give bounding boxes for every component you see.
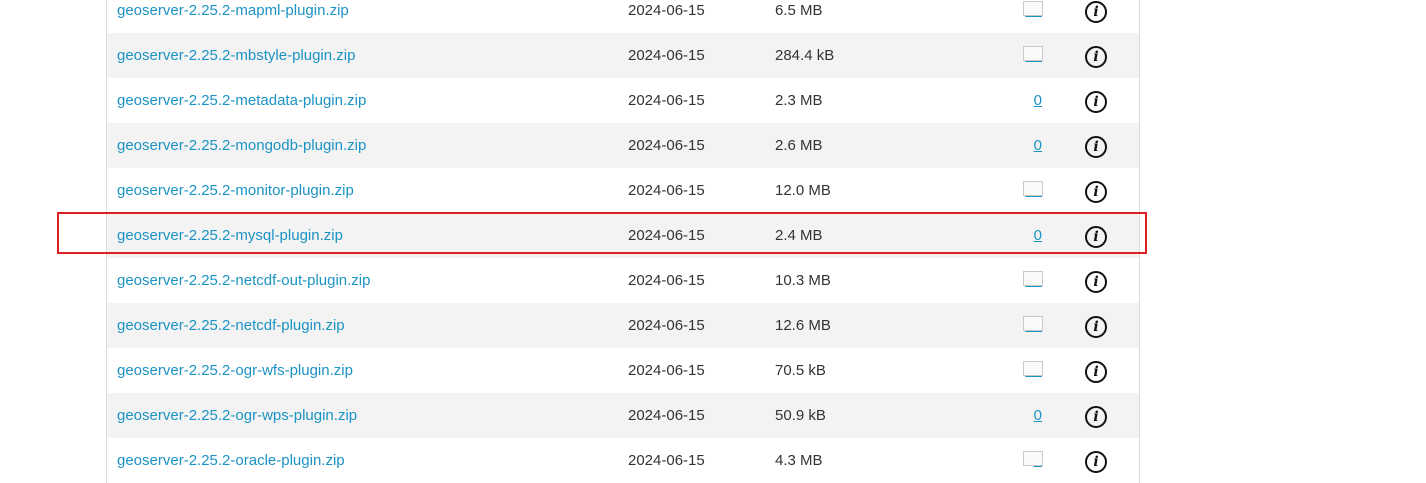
file-size: 284.4 kB <box>775 47 835 64</box>
file-name-link[interactable]: geoserver-2.25.2-mapml-plugin.zip <box>117 1 349 20</box>
file-date: 2024-06-15 <box>628 182 705 199</box>
info-icon[interactable]: i <box>1085 451 1107 473</box>
download-count-link[interactable]: 0 <box>1034 406 1042 425</box>
download-chart-icon[interactable] <box>1023 316 1043 331</box>
file-date: 2024-06-15 <box>628 272 705 289</box>
file-name-link[interactable]: geoserver-2.25.2-ogr-wps-plugin.zip <box>117 406 357 425</box>
info-glyph: i <box>1093 94 1099 110</box>
file-row: geoserver-2.25.2-netcdf-plugin.zip 2024-0… <box>107 303 1139 348</box>
file-size: 2.6 MB <box>775 137 823 154</box>
file-name-link[interactable]: geoserver-2.25.2-monitor-plugin.zip <box>117 181 354 200</box>
info-glyph: i <box>1093 49 1099 65</box>
download-chart-icon[interactable] <box>1023 271 1043 286</box>
file-size: 2.3 MB <box>775 92 823 109</box>
download-chart-icon[interactable] <box>1023 451 1043 466</box>
file-row: geoserver-2.25.2-mapml-plugin.zip 2024-06… <box>107 0 1139 33</box>
download-count-link[interactable]: 0 <box>1034 136 1042 155</box>
info-icon[interactable]: i <box>1085 91 1107 113</box>
info-icon[interactable]: i <box>1085 46 1107 68</box>
file-size: 4.3 MB <box>775 452 823 469</box>
download-count-link[interactable]: 0 <box>1034 91 1042 110</box>
file-date: 2024-06-15 <box>628 407 705 424</box>
file-row: geoserver-2.25.2-monitor-plugin.zip 2024-… <box>107 168 1139 213</box>
file-name-link[interactable]: geoserver-2.25.2-ogr-wfs-plugin.zip <box>117 361 353 380</box>
file-name-link[interactable]: geoserver-2.25.2-netcdf-plugin.zip <box>117 316 345 335</box>
file-size: 70.5 kB <box>775 362 826 379</box>
file-row: geoserver-2.25.2-mongodb-plugin.zip 2024-… <box>107 123 1139 168</box>
info-glyph: i <box>1093 229 1099 245</box>
file-size: 2.4 MB <box>775 227 823 244</box>
file-name-link[interactable]: geoserver-2.25.2-mbstyle-plugin.zip <box>117 46 355 65</box>
info-icon[interactable]: i <box>1085 271 1107 293</box>
file-row: geoserver-2.25.2-mbstyle-plugin.zip 2024-… <box>107 33 1139 78</box>
file-size: 12.0 MB <box>775 182 831 199</box>
info-glyph: i <box>1093 274 1099 290</box>
info-glyph: i <box>1093 454 1099 470</box>
info-icon[interactable]: i <box>1085 136 1107 158</box>
file-row: geoserver-2.25.2-oracle-plugin.zip 2024-0… <box>107 438 1139 483</box>
file-name-link[interactable]: geoserver-2.25.2-oracle-plugin.zip <box>117 451 345 470</box>
file-date: 2024-06-15 <box>628 317 705 334</box>
file-name-link[interactable]: geoserver-2.25.2-metadata-plugin.zip <box>117 91 366 110</box>
download-chart-icon[interactable] <box>1023 181 1043 196</box>
file-date: 2024-06-15 <box>628 227 705 244</box>
file-date: 2024-06-15 <box>628 362 705 379</box>
info-icon[interactable]: i <box>1085 316 1107 338</box>
file-date: 2024-06-15 <box>628 47 705 64</box>
file-row: geoserver-2.25.2-ogr-wfs-plugin.zip 2024-… <box>107 348 1139 393</box>
info-glyph: i <box>1093 409 1099 425</box>
file-size: 10.3 MB <box>775 272 831 289</box>
download-chart-icon[interactable] <box>1023 1 1043 16</box>
info-icon[interactable]: i <box>1085 1 1107 23</box>
file-name-link[interactable]: geoserver-2.25.2-mysql-plugin.zip <box>117 226 343 245</box>
file-date: 2024-06-15 <box>628 137 705 154</box>
info-icon[interactable]: i <box>1085 406 1107 428</box>
files-table: geoserver-2.25.2-mapml-plugin.zip 2024-06… <box>106 0 1140 483</box>
info-glyph: i <box>1093 139 1099 155</box>
file-row: geoserver-2.25.2-ogr-wps-plugin.zip 2024-… <box>107 393 1139 438</box>
file-name-link[interactable]: geoserver-2.25.2-mongodb-plugin.zip <box>117 136 366 155</box>
info-glyph: i <box>1093 364 1099 380</box>
file-row-highlighted: geoserver-2.25.2-mysql-plugin.zip 2024-06… <box>107 213 1139 258</box>
info-icon[interactable]: i <box>1085 181 1107 203</box>
download-chart-icon[interactable] <box>1023 361 1043 376</box>
file-date: 2024-06-15 <box>628 92 705 109</box>
file-row: geoserver-2.25.2-metadata-plugin.zip 2024… <box>107 78 1139 123</box>
file-name-link[interactable]: geoserver-2.25.2-netcdf-out-plugin.zip <box>117 271 370 290</box>
info-glyph: i <box>1093 184 1099 200</box>
download-chart-icon[interactable] <box>1023 46 1043 61</box>
info-glyph: i <box>1093 4 1099 20</box>
file-date: 2024-06-15 <box>628 452 705 469</box>
file-date: 2024-06-15 <box>628 2 705 19</box>
file-row: geoserver-2.25.2-netcdf-out-plugin.zip 20… <box>107 258 1139 303</box>
info-glyph: i <box>1093 319 1099 335</box>
file-size: 6.5 MB <box>775 2 823 19</box>
download-count-link[interactable]: 0 <box>1034 226 1042 245</box>
info-icon[interactable]: i <box>1085 361 1107 383</box>
file-size: 12.6 MB <box>775 317 831 334</box>
info-icon[interactable]: i <box>1085 226 1107 248</box>
file-size: 50.9 kB <box>775 407 826 424</box>
